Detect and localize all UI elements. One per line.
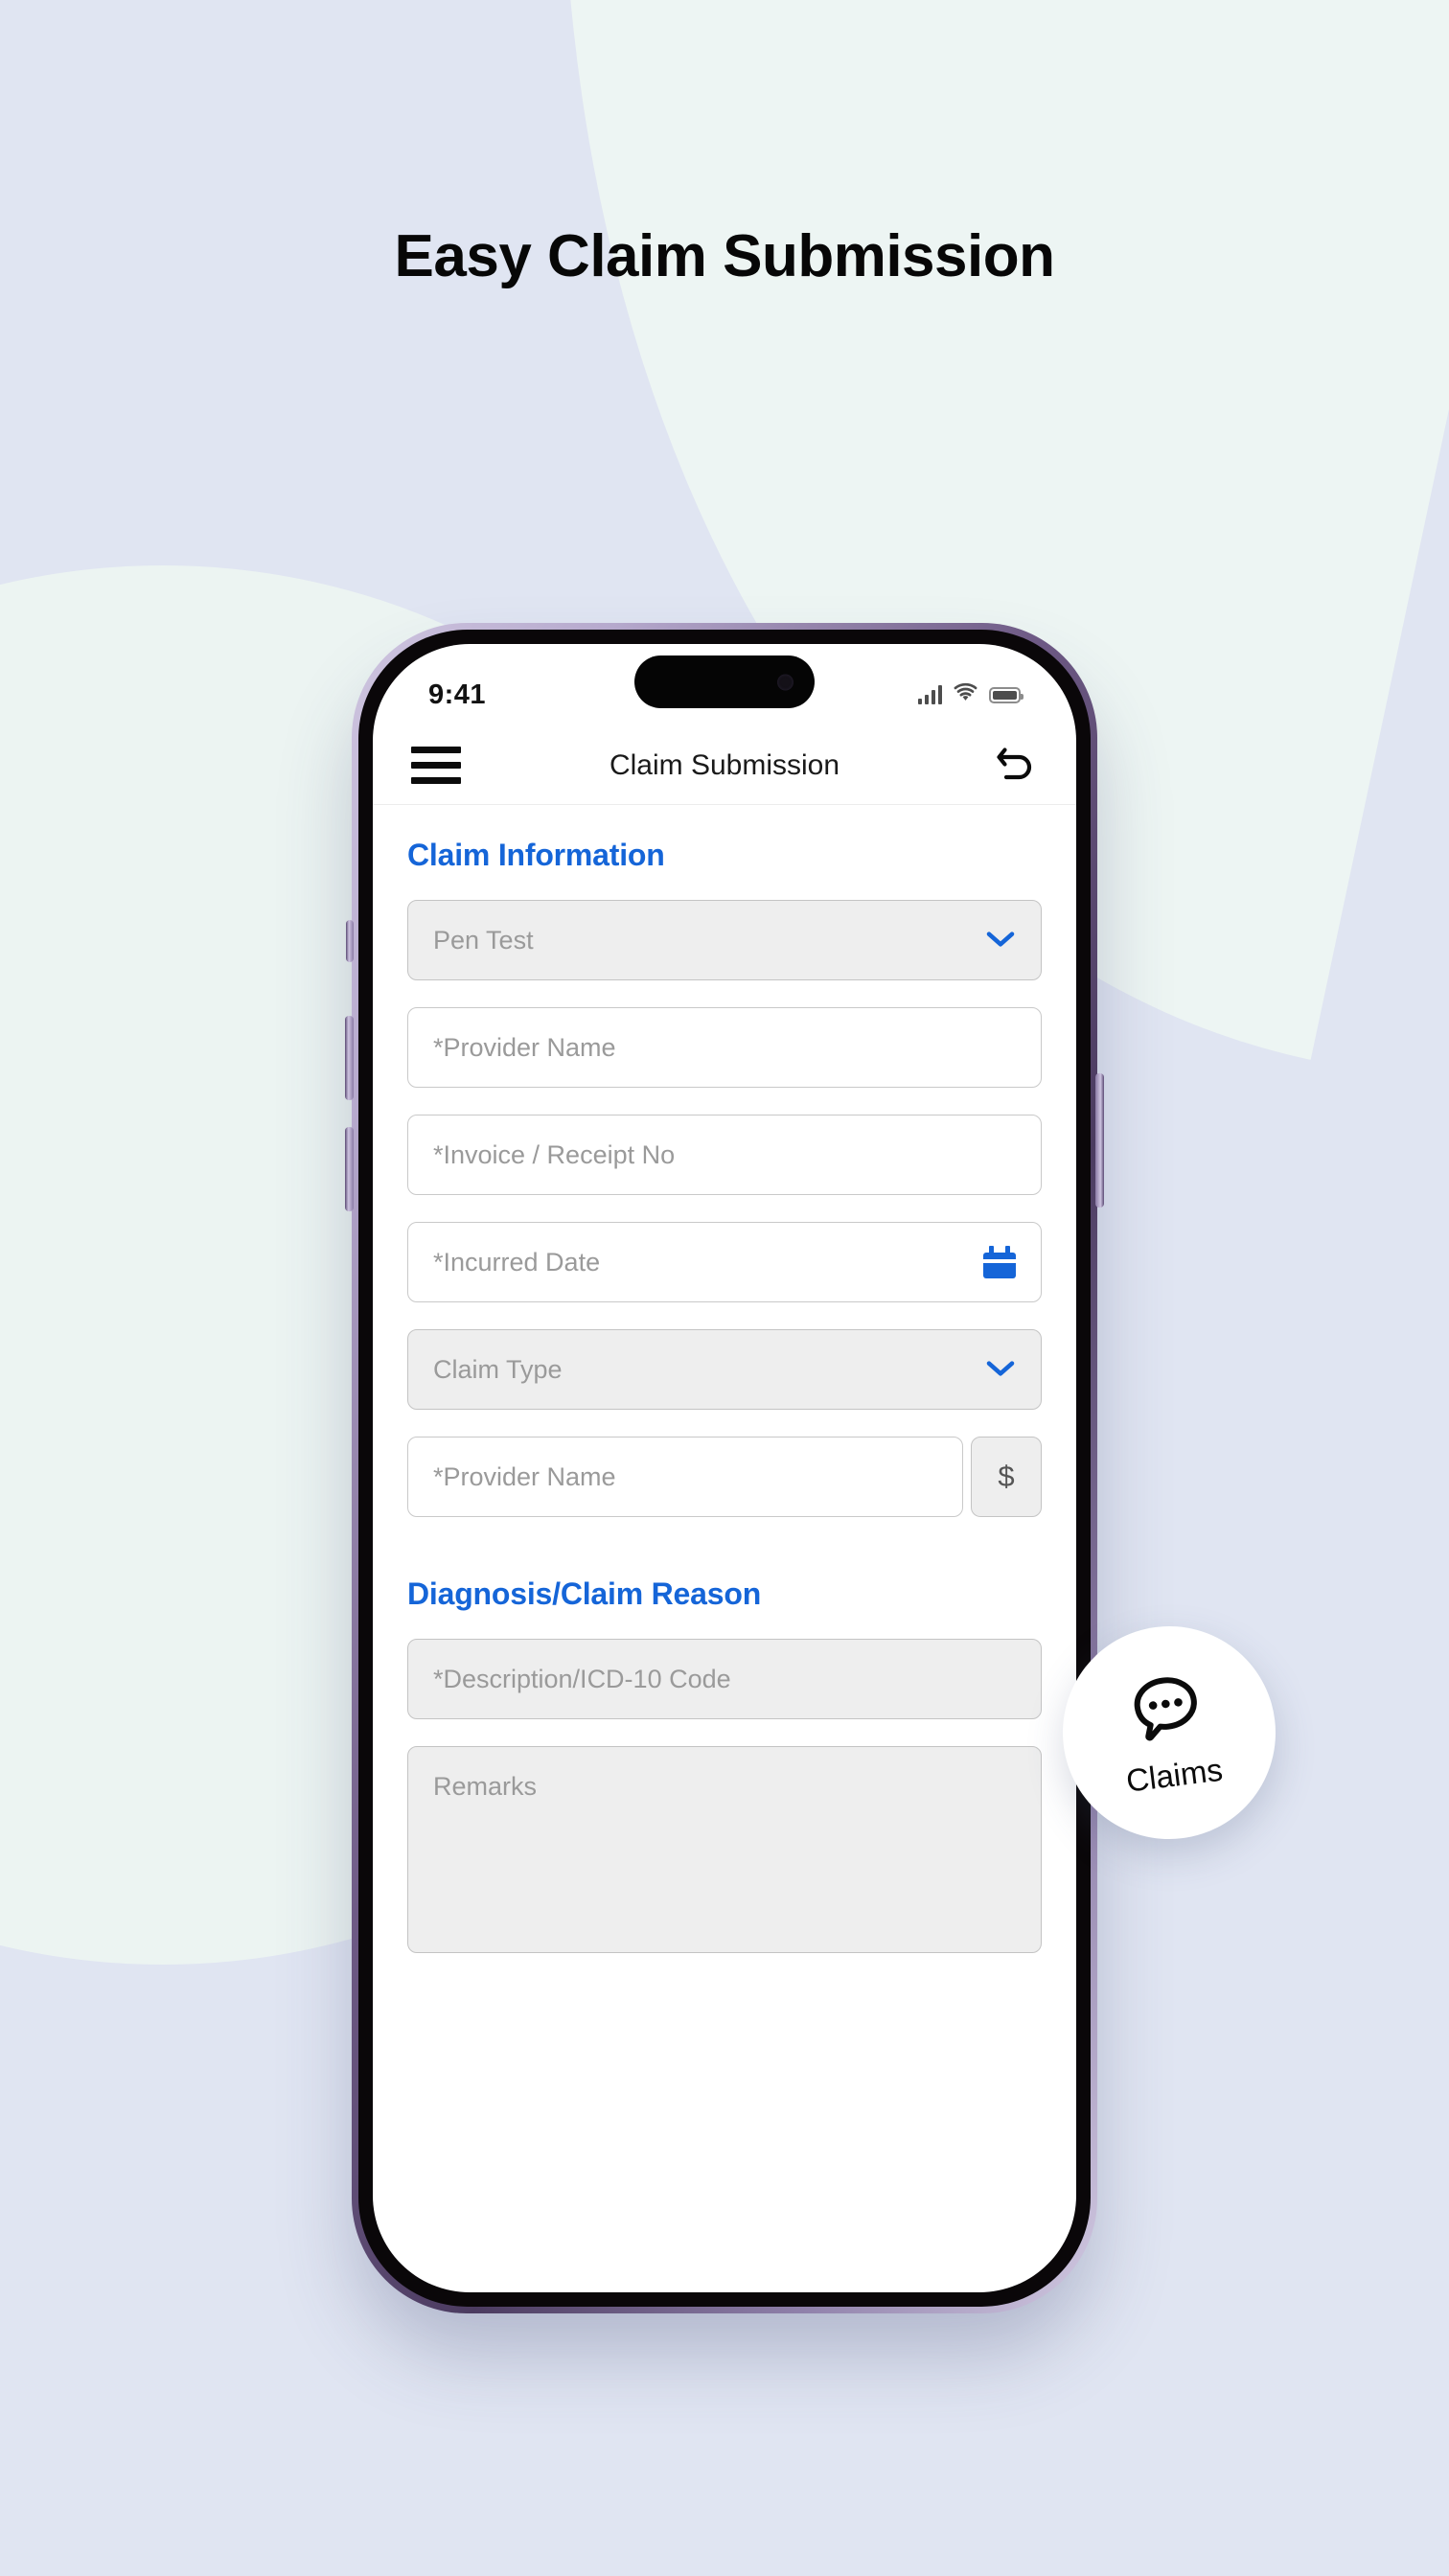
wifi-icon: [953, 682, 978, 707]
app-navigation-bar: Claim Submission: [373, 726, 1076, 805]
status-bar-indicators: [918, 682, 1024, 707]
phone-volume-down-button[interactable]: [345, 1127, 354, 1211]
phone-volume-up-button[interactable]: [345, 1016, 354, 1100]
undo-back-arrow-icon[interactable]: [992, 743, 1038, 789]
cellular-signal-icon: [918, 685, 942, 704]
section-title-diagnosis-claim-reason: Diagnosis/Claim Reason: [407, 1576, 762, 1611]
amount-placeholder: *Provider Name: [433, 1461, 616, 1491]
chevron-down-icon: [985, 927, 1016, 954]
provider-name-field[interactable]: *Provider Name: [407, 1007, 1042, 1088]
dynamic-island: [634, 656, 815, 708]
front-camera-icon: [777, 674, 794, 690]
pen-test-dropdown[interactable]: Pen Test: [407, 900, 1042, 980]
section-title-claim-information: Claim Information: [407, 838, 665, 872]
claims-floating-button-label: Claims: [1124, 1751, 1225, 1799]
phone-silent-switch[interactable]: [346, 920, 354, 962]
status-bar-time: 9:41: [428, 678, 487, 710]
phone-screen: 9:41 Claim Submission Claim Information …: [373, 644, 1076, 2292]
provider-name-placeholder: *Provider Name: [433, 1032, 616, 1062]
status-bar: 9:41: [373, 644, 1076, 726]
calendar-icon[interactable]: [983, 1246, 1016, 1278]
phone-power-button[interactable]: [1095, 1073, 1104, 1208]
battery-icon: [989, 686, 1024, 703]
pen-test-dropdown-label: Pen Test: [433, 925, 534, 954]
amount-field[interactable]: *Provider Name: [407, 1437, 963, 1517]
currency-suffix-button[interactable]: $: [971, 1437, 1042, 1517]
chat-bubble-dots-icon: [1123, 1668, 1211, 1756]
incurred-date-placeholder: *Incurred Date: [433, 1247, 601, 1276]
amount-row: *Provider Name $: [407, 1437, 1042, 1517]
claim-submission-form: Claim Information Pen Test *Provider Nam…: [373, 805, 1076, 1953]
claim-type-dropdown[interactable]: Claim Type: [407, 1329, 1042, 1410]
description-icd10-placeholder: *Description/ICD-10 Code: [433, 1664, 731, 1693]
nav-title: Claim Submission: [609, 748, 840, 781]
remarks-textarea[interactable]: Remarks: [407, 1746, 1042, 1953]
claim-type-dropdown-label: Claim Type: [433, 1354, 563, 1384]
phone-mockup: 9:41 Claim Submission Claim Information …: [333, 594, 1116, 2313]
invoice-receipt-no-field[interactable]: *Invoice / Receipt No: [407, 1115, 1042, 1195]
page-title: Easy Claim Submission: [394, 223, 1055, 289]
hamburger-menu-icon[interactable]: [411, 747, 461, 784]
description-icd10-field[interactable]: *Description/ICD-10 Code: [407, 1639, 1042, 1719]
invoice-receipt-no-placeholder: *Invoice / Receipt No: [433, 1139, 676, 1169]
incurred-date-field[interactable]: *Incurred Date: [407, 1222, 1042, 1302]
chevron-down-icon: [985, 1356, 1016, 1383]
